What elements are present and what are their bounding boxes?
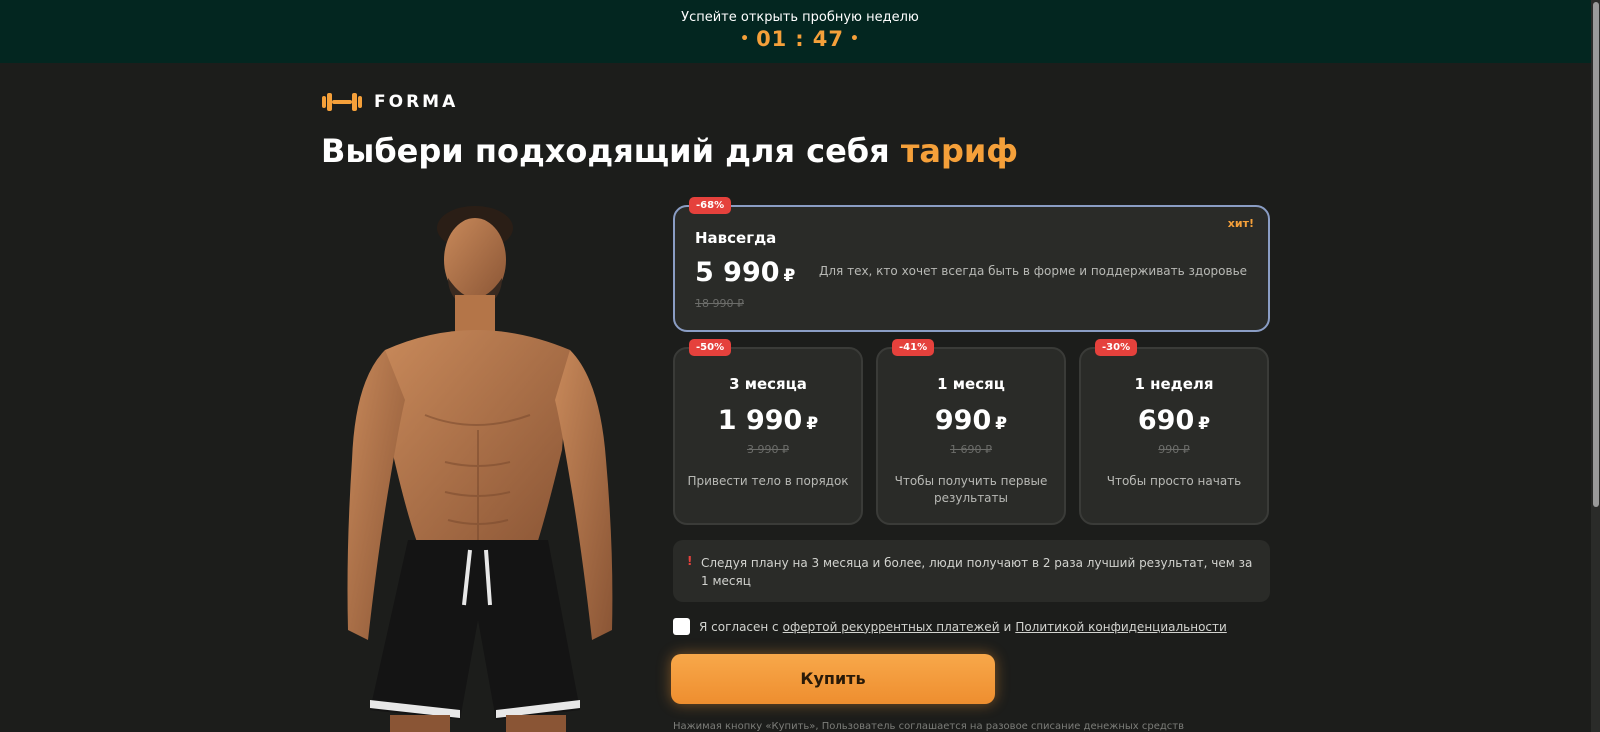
agreement-checkbox[interactable] bbox=[673, 618, 690, 635]
plan-price-value: 1 990 bbox=[717, 405, 803, 436]
plan-title: 1 месяц bbox=[937, 375, 1005, 393]
scrollbar-thumb[interactable] bbox=[1593, 2, 1599, 507]
timer-dot-right: • bbox=[849, 31, 860, 47]
discount-badge: -30% bbox=[1095, 339, 1138, 356]
plan-old-price: 990 ₽ bbox=[1158, 443, 1190, 456]
plan-title: Навсегда bbox=[695, 229, 777, 247]
discount-badge: -68% bbox=[689, 197, 732, 214]
plan-price-value: 5 990 bbox=[695, 257, 780, 288]
scrollbar[interactable] bbox=[1591, 0, 1600, 732]
agreement-row: Я согласен с офертой рекуррентных платеж… bbox=[673, 618, 1231, 635]
plan-card-3-months[interactable]: -50% 3 месяца 1 990 ₽ 3 990 ₽ Привести те… bbox=[673, 339, 863, 525]
page-title-accent: тариф bbox=[900, 132, 1019, 170]
plan-title: 1 неделя bbox=[1134, 375, 1214, 393]
plan-card-1-week[interactable]: -30% 1 неделя 690 ₽ 990 ₽ Чтобы просто на… bbox=[1079, 339, 1269, 525]
discount-badge: -50% bbox=[689, 339, 732, 356]
dumbbell-icon bbox=[322, 93, 362, 111]
logo[interactable]: FORMA bbox=[322, 92, 458, 112]
plan-description: Привести тело в порядок bbox=[687, 474, 849, 488]
timer-dot-left: • bbox=[740, 31, 751, 47]
ruble-sign: ₽ bbox=[806, 414, 819, 434]
plan-price: 990 ₽ bbox=[878, 405, 1064, 436]
ruble-sign: ₽ bbox=[783, 266, 796, 286]
plan-old-price: 3 990 ₽ bbox=[747, 443, 789, 456]
offer-link[interactable]: офертой рекуррентных платежей bbox=[783, 620, 1000, 634]
banner-text: Успейте открыть пробную неделю bbox=[681, 10, 919, 25]
plan-price: 1 990 ₽ bbox=[675, 405, 861, 436]
logo-text: FORMA bbox=[374, 92, 459, 112]
privacy-policy-link[interactable]: Политикой конфиденциальности bbox=[1015, 620, 1226, 634]
timer-colon: : bbox=[795, 27, 805, 51]
timer-seconds: 47 bbox=[812, 27, 844, 51]
plan-price-value: 990 bbox=[934, 405, 992, 436]
plan-description: Чтобы просто начать bbox=[1106, 474, 1242, 488]
agreement-prefix: Я согласен с bbox=[699, 619, 779, 634]
athlete-image bbox=[347, 206, 613, 732]
info-text: Следуя плану на 3 месяца и более, люди п… bbox=[701, 556, 1253, 588]
plan-price: 5 990 ₽ bbox=[695, 257, 795, 288]
plan-old-price: 18 990 ₽ bbox=[695, 297, 744, 310]
page-title: Выбери подходящий для себя тариф bbox=[321, 132, 1018, 170]
agreement-and: и bbox=[1003, 619, 1012, 634]
plan-card-forever[interactable]: -68% хит! Навсегда 5 990 ₽ 18 990 ₽ Для т… bbox=[673, 197, 1270, 332]
timer-minutes: 01 bbox=[756, 27, 788, 51]
discount-badge: -41% bbox=[892, 339, 935, 356]
page-title-main: Выбери подходящий для себя bbox=[321, 132, 901, 170]
buy-button[interactable]: Купить bbox=[671, 654, 995, 704]
footnote: Нажимая кнопку «Купить», Пользователь со… bbox=[673, 721, 1184, 732]
hit-label: хит! bbox=[1227, 217, 1254, 230]
plan-description: Для тех, кто хочет всегда быть в форме и… bbox=[819, 264, 1248, 278]
plan-description: Чтобы получить первые результаты bbox=[894, 474, 1048, 505]
trial-banner: Успейте открыть пробную неделю • 01:47 • bbox=[0, 0, 1600, 63]
plan-price-value: 690 bbox=[1137, 405, 1195, 436]
plan-price: 690 ₽ bbox=[1081, 405, 1267, 436]
plan-card-1-month[interactable]: -41% 1 месяц 990 ₽ 1 690 ₽ Чтобы получить… bbox=[876, 339, 1066, 525]
countdown-timer: • 01:47 • bbox=[0, 27, 1600, 51]
plan-title: 3 месяца bbox=[729, 375, 807, 393]
ruble-sign: ₽ bbox=[995, 414, 1008, 434]
warning-icon: ! bbox=[687, 554, 693, 568]
plan-old-price: 1 690 ₽ bbox=[950, 443, 992, 456]
info-box: ! Следуя плану на 3 месяца и более, люди… bbox=[673, 540, 1270, 602]
ruble-sign: ₽ bbox=[1198, 414, 1211, 434]
